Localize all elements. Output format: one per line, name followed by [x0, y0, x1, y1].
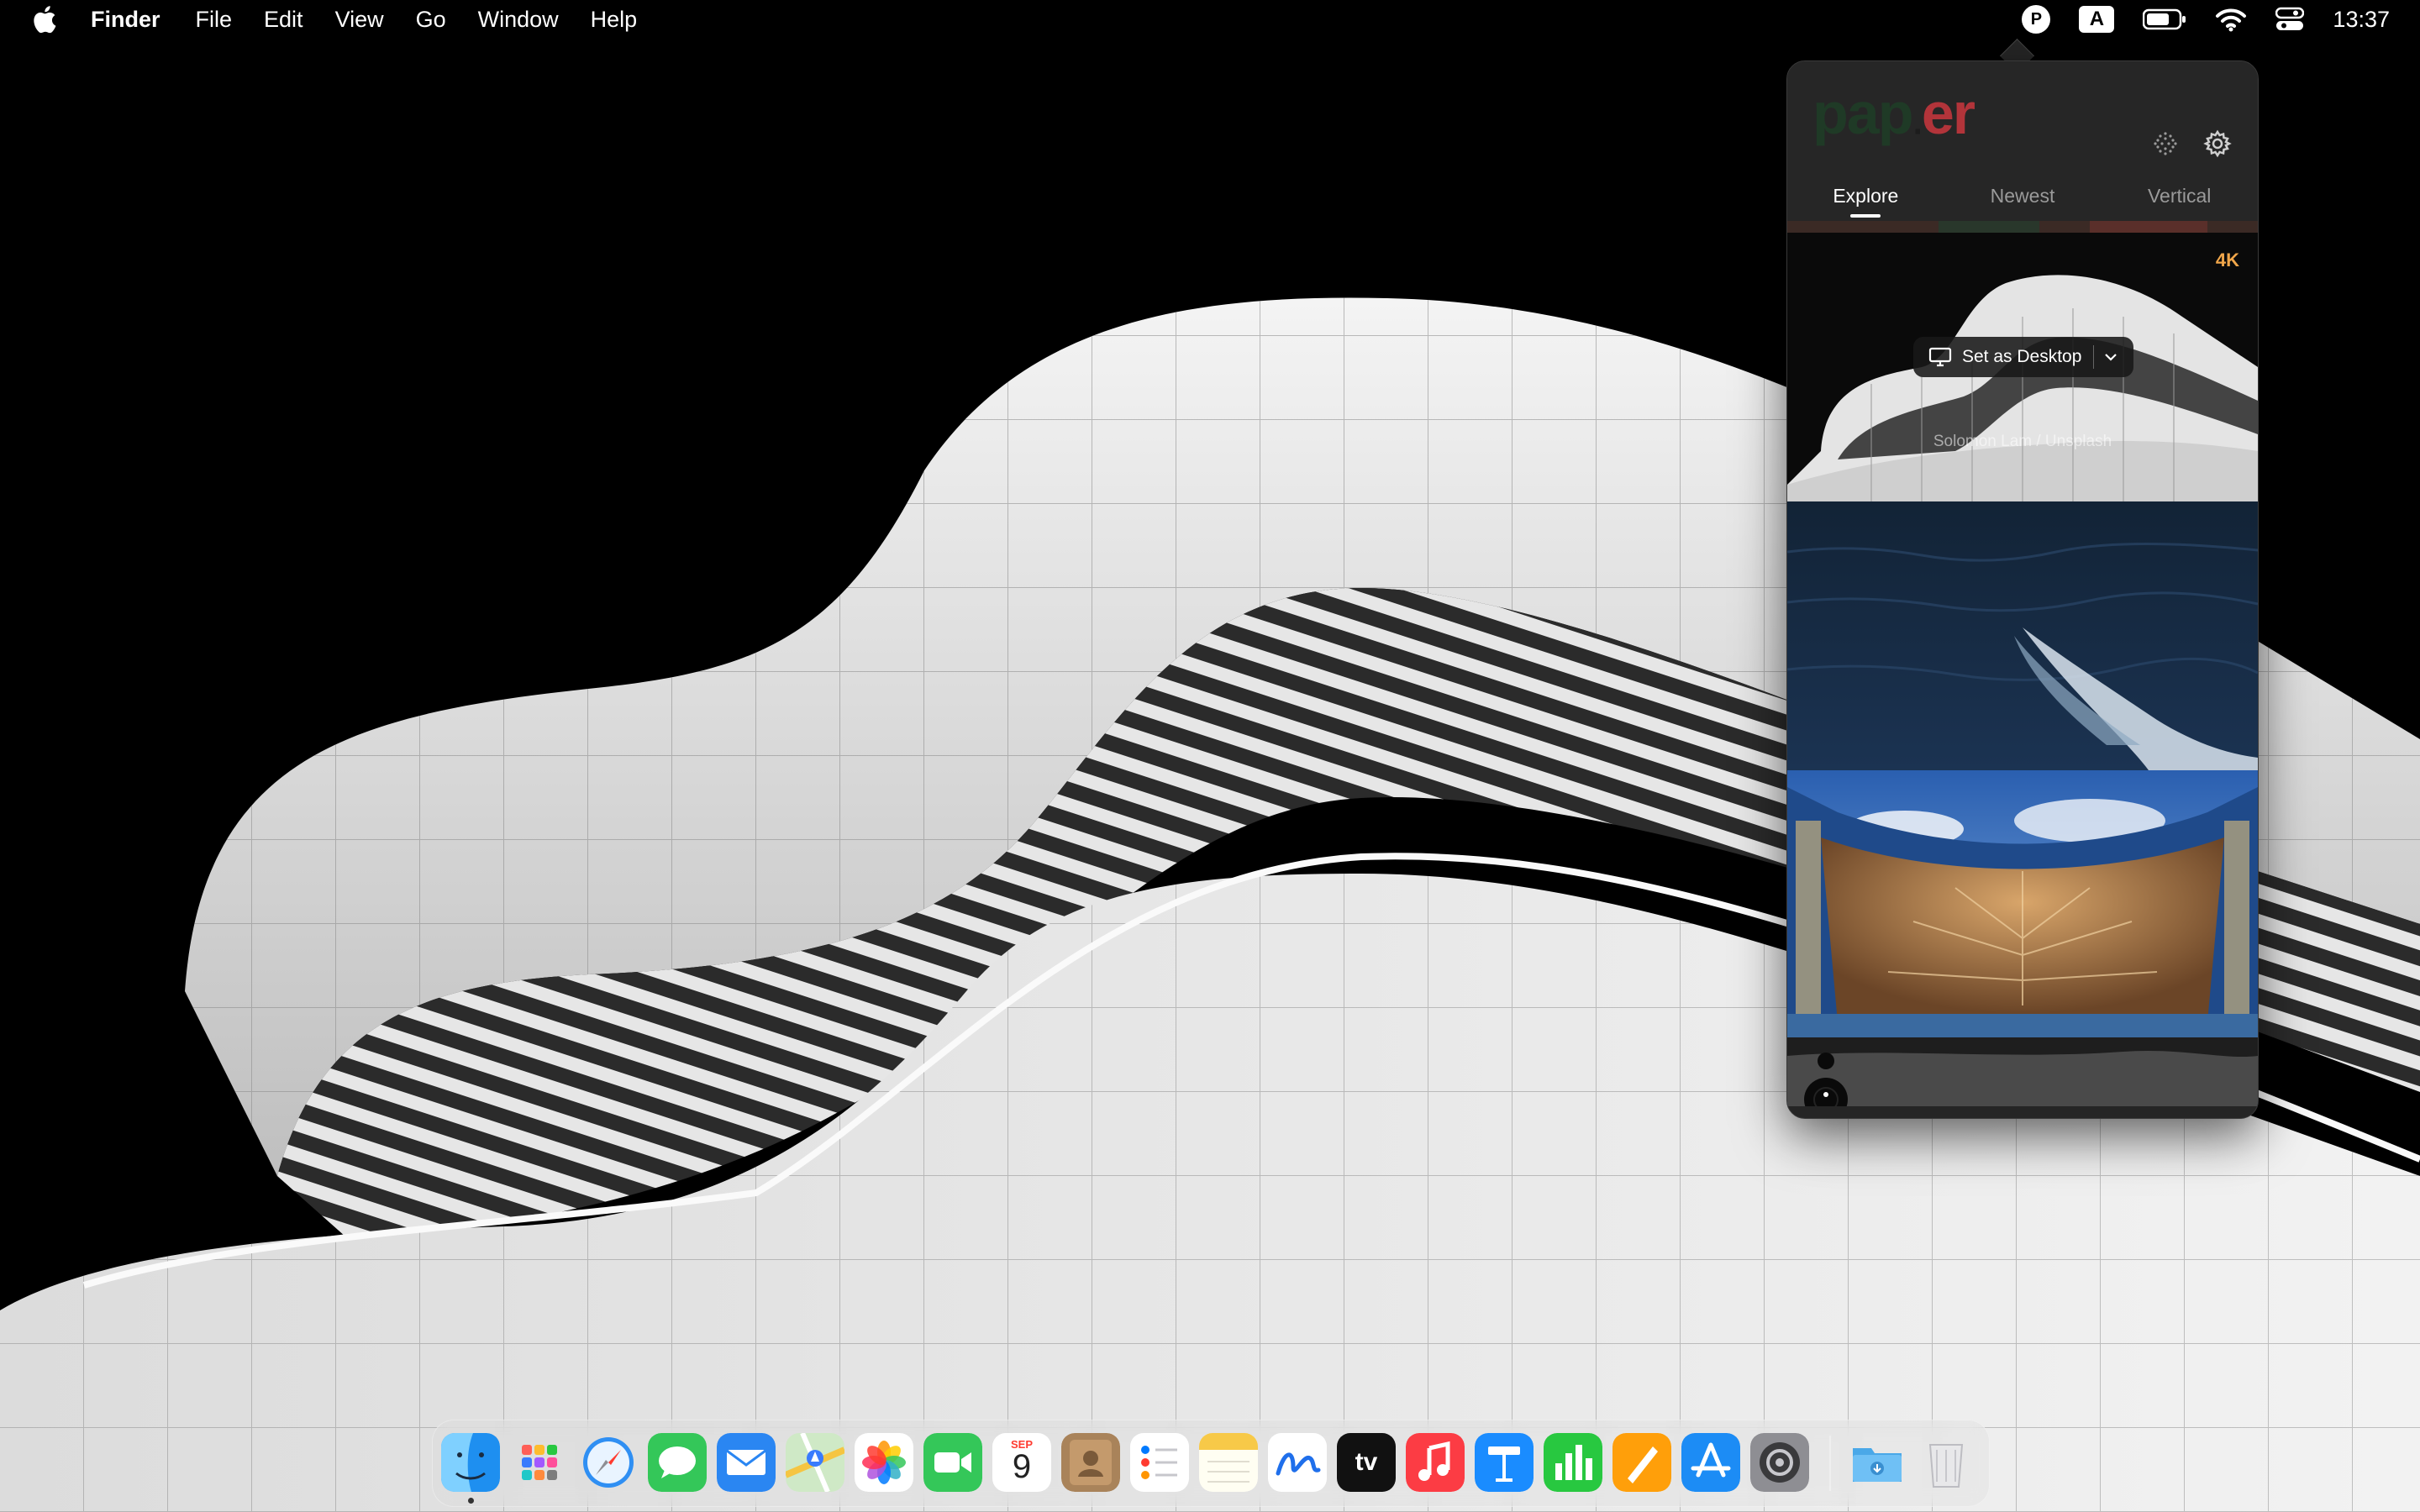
- tab-bar: Explore Newest Vertical: [1787, 179, 2258, 221]
- ocean-photo: [1787, 501, 2258, 770]
- chevron-down-icon: [2105, 354, 2118, 361]
- folder-icon: [1853, 1448, 1902, 1482]
- settings-button[interactable]: [2201, 127, 2234, 160]
- set-as-desktop-label: Set as Desktop: [1962, 347, 2082, 366]
- tab-vertical[interactable]: Vertical: [2101, 179, 2258, 221]
- music-icon: [1406, 1433, 1465, 1492]
- dock-launchpad[interactable]: [510, 1433, 569, 1492]
- input-source-icon[interactable]: A: [2079, 0, 2115, 39]
- dock-maps[interactable]: [786, 1433, 844, 1492]
- dock-contacts[interactable]: [1061, 1433, 1120, 1492]
- tab-explore[interactable]: Explore: [1787, 179, 1944, 221]
- dock-notes[interactable]: [1199, 1433, 1258, 1492]
- monitor-icon: [1928, 347, 1952, 367]
- wallpaper-thumb-architecture[interactable]: 4K Set as Desktop Solomon Lam / Unsplash: [1787, 233, 2258, 501]
- wifi-icon[interactable]: [2215, 0, 2247, 39]
- wallpaper-thumb-previous[interactable]: [1787, 221, 2258, 233]
- set-as-desktop-button[interactable]: Set as Desktop: [1913, 337, 2081, 377]
- launchpad-icon: [522, 1445, 557, 1480]
- menu-app-finder[interactable]: Finder: [91, 7, 160, 33]
- mail-icon: [717, 1433, 776, 1492]
- pages-icon: [1612, 1433, 1671, 1492]
- messages-icon: [648, 1433, 707, 1492]
- contacts-icon: [1061, 1433, 1120, 1492]
- dock-trash[interactable]: [1917, 1433, 1975, 1492]
- dock: SEP 9 tv: [432, 1420, 1990, 1507]
- tv-icon-label: tv: [1355, 1448, 1378, 1476]
- menu-view[interactable]: View: [335, 7, 384, 33]
- resolution-badge: 4K: [2215, 249, 2239, 270]
- dock-finder[interactable]: [441, 1433, 500, 1492]
- logo-dot: ․: [1912, 104, 1923, 141]
- finder-running-indicator: [468, 1498, 474, 1504]
- dock-keynote[interactable]: [1475, 1433, 1534, 1492]
- menu-go[interactable]: Go: [416, 7, 446, 33]
- set-as-desktop-options-button[interactable]: [2094, 337, 2128, 377]
- wallpaper-thumb-ocean[interactable]: [1787, 501, 2258, 770]
- menu-edit[interactable]: Edit: [264, 7, 303, 33]
- gear-icon: [2203, 129, 2232, 158]
- dock-mail[interactable]: [717, 1433, 776, 1492]
- notes-icon: [1199, 1433, 1258, 1492]
- popover-header: pap․er Explore Newest Vertical: [1787, 61, 2258, 221]
- dock-downloads-folder[interactable]: [1848, 1433, 1907, 1492]
- dock-system-settings[interactable]: [1750, 1433, 1809, 1492]
- settings-gear-icon: [1750, 1433, 1809, 1492]
- photos-icon: [855, 1433, 913, 1492]
- dock-reminders[interactable]: [1130, 1433, 1189, 1492]
- facetime-icon: [923, 1433, 982, 1492]
- tab-newest[interactable]: Newest: [1944, 179, 2102, 221]
- wallpaper-thumb-mosque[interactable]: [1787, 770, 2258, 1106]
- logo-part-1: pap: [1812, 81, 1913, 146]
- set-as-desktop-control: Set as Desktop: [1913, 337, 2133, 377]
- safari-icon: [583, 1437, 634, 1488]
- reminders-icon: [1141, 1446, 1177, 1479]
- logo-part-2: er: [1921, 81, 1975, 146]
- dock-safari[interactable]: [579, 1433, 638, 1492]
- paper-status-icon[interactable]: P: [2022, 0, 2051, 39]
- dock-pages[interactable]: [1612, 1433, 1671, 1492]
- photo-credit[interactable]: Solomon Lam / Unsplash: [1787, 433, 2258, 451]
- finder-icon: [441, 1433, 500, 1492]
- freeform-icon: [1276, 1452, 1321, 1476]
- calendar-day: 9: [1012, 1448, 1032, 1485]
- dock-tv[interactable]: tv: [1337, 1433, 1396, 1492]
- dock-calendar[interactable]: SEP 9: [992, 1433, 1051, 1492]
- paper-popover: pap․er Explore Newest Vertical 4K Set as…: [1786, 60, 2259, 1119]
- menu-window[interactable]: Window: [478, 7, 559, 33]
- dock-messages[interactable]: [648, 1433, 707, 1492]
- control-center-icon[interactable]: [2275, 0, 2305, 39]
- apple-icon[interactable]: [30, 3, 62, 35]
- dock-numbers[interactable]: [1544, 1433, 1602, 1492]
- shuffle-button[interactable]: [2149, 127, 2182, 160]
- menu-bar: Finder File Edit View Go Window Help P A: [0, 0, 2420, 39]
- menubar-clock[interactable]: 13:37: [2333, 7, 2390, 33]
- input-source-letter: A: [2079, 6, 2115, 33]
- maps-icon: [786, 1433, 844, 1492]
- menu-help[interactable]: Help: [591, 7, 638, 33]
- app-store-icon: [1681, 1433, 1740, 1492]
- dock-freeform[interactable]: [1268, 1433, 1327, 1492]
- paper-status-letter: P: [2022, 5, 2051, 34]
- dock-photos[interactable]: [855, 1433, 913, 1492]
- mosque-photo: [1787, 770, 2258, 1106]
- paper-logo: pap․er: [1812, 80, 1975, 147]
- battery-icon[interactable]: [2143, 0, 2186, 39]
- trash-icon: [1928, 1444, 1964, 1488]
- dock-separator: [1829, 1436, 1831, 1491]
- keynote-icon: [1475, 1433, 1534, 1492]
- menu-file[interactable]: File: [196, 7, 233, 33]
- dock-app-store[interactable]: [1681, 1433, 1740, 1492]
- dock-music[interactable]: [1406, 1433, 1465, 1492]
- dots-grid-icon: [2154, 132, 2177, 155]
- numbers-icon: [1544, 1433, 1602, 1492]
- dock-facetime[interactable]: [923, 1433, 982, 1492]
